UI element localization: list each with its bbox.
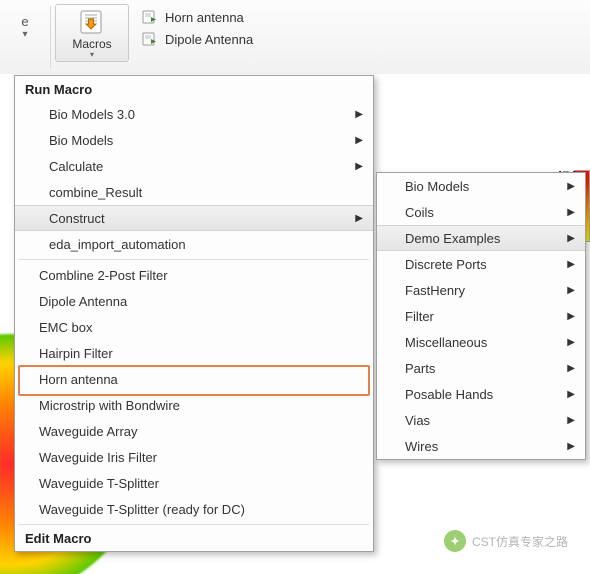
submenu-arrow-icon: ▶ (567, 233, 575, 244)
submenu-arrow-icon: ▶ (567, 441, 575, 452)
menu-item[interactable]: Microstrip with Bondwire (15, 392, 373, 418)
menu-item[interactable]: Miscellaneous ▶ (377, 329, 585, 355)
menu-item-label: Demo Examples (405, 231, 500, 246)
submenu-arrow-icon: ▶ (567, 311, 575, 322)
submenu-arrow-icon: ▶ (355, 135, 363, 146)
menu-item-label: Waveguide T-Splitter (ready for DC) (39, 502, 245, 517)
menu-item[interactable]: Waveguide T-Splitter (ready for DC) (15, 496, 373, 522)
menu-item-label: Vias (405, 413, 430, 428)
submenu-arrow-icon: ▶ (567, 363, 575, 374)
menu-item[interactable]: Dipole Antenna (15, 288, 373, 314)
submenu-arrow-icon: ▶ (567, 207, 575, 218)
ribbon-toolbar: e ▾ Macros ▾ Horn antenna Dip (0, 0, 590, 75)
menu-separator (19, 259, 369, 260)
submenu-arrow-icon: ▶ (355, 161, 363, 172)
menu-item-label: Discrete Ports (405, 257, 487, 272)
menu-item[interactable]: eda_import_automation (15, 231, 373, 257)
menu-item[interactable]: Vias ▶ (377, 407, 585, 433)
quick-item-dipole-antenna[interactable]: Dipole Antenna (135, 28, 259, 50)
menu-item-label: Combline 2-Post Filter (39, 268, 168, 283)
menu-item[interactable]: Combline 2-Post Filter (15, 262, 373, 288)
macros-dropdown-menu: Run Macro Bio Models 3.0▶Bio Models▶Calc… (14, 75, 374, 552)
menu-item[interactable]: EMC box (15, 314, 373, 340)
ribbon-prev-label: e (21, 14, 28, 29)
menu-item[interactable]: Wires ▶ (377, 433, 585, 459)
menu-item[interactable]: Bio Models ▶ (377, 173, 585, 199)
script-run-icon (141, 31, 159, 47)
menu-item[interactable]: Posable Hands ▶ (377, 381, 585, 407)
chevron-down-icon: ▾ (90, 50, 94, 59)
menu-item-label: Miscellaneous (405, 335, 487, 350)
menu-item-label: Posable Hands (405, 387, 493, 402)
submenu-arrow-icon: ▶ (567, 415, 575, 426)
submenu-arrow-icon: ▶ (567, 389, 575, 400)
menu-item-label: Wires (405, 439, 438, 454)
ribbon-separator (50, 6, 51, 68)
menu-item-label: combine_Result (49, 185, 142, 200)
submenu-arrow-icon: ▶ (355, 213, 363, 224)
quick-item-label: Horn antenna (165, 10, 244, 25)
macros-label: Macros (72, 37, 111, 51)
script-run-icon (141, 9, 159, 25)
quick-item-label: Dipole Antenna (165, 32, 253, 47)
menu-item[interactable]: Horn antenna (15, 366, 373, 392)
menu-item-label: Bio Models (405, 179, 469, 194)
watermark: ✦ CST仿真专家之路 (444, 530, 568, 552)
menu-item-label: Horn antenna (39, 372, 118, 387)
menu-item[interactable]: FastHenry ▶ (377, 277, 585, 303)
menu-item[interactable]: Coils ▶ (377, 199, 585, 225)
menu-item[interactable]: Waveguide Iris Filter (15, 444, 373, 470)
menu-item[interactable]: Bio Models 3.0 ▶ (15, 101, 373, 127)
menu-item-label: Waveguide T-Splitter (39, 476, 159, 491)
menu-item[interactable]: Discrete Ports ▶ (377, 251, 585, 277)
menu-item-label: Filter (405, 309, 434, 324)
quick-item-horn-antenna[interactable]: Horn antenna (135, 6, 259, 28)
menu-item[interactable]: Demo Examples ▶ (377, 225, 585, 251)
submenu-arrow-icon: ▶ (567, 337, 575, 348)
submenu-arrow-icon: ▶ (355, 109, 363, 120)
menu-item-label: Waveguide Iris Filter (39, 450, 157, 465)
wechat-icon: ✦ (444, 530, 466, 552)
menu-item[interactable]: Waveguide T-Splitter (15, 470, 373, 496)
menu-item-label: Construct (49, 211, 105, 226)
menu-item-label: Dipole Antenna (39, 294, 127, 309)
menu-item-label: Waveguide Array (39, 424, 138, 439)
chevron-down-icon: ▾ (22, 29, 27, 40)
menu-item-label: Coils (405, 205, 434, 220)
menu-item-label: Parts (405, 361, 435, 376)
menu-item[interactable]: Construct ▶ (15, 205, 373, 231)
menu-item-label: FastHenry (405, 283, 465, 298)
menu-item[interactable]: Waveguide Array (15, 418, 373, 444)
menu-item-label: Hairpin Filter (39, 346, 113, 361)
menu-separator (19, 524, 369, 525)
menu-item-label: Bio Models 3.0 (49, 107, 135, 122)
watermark-text: CST仿真专家之路 (472, 533, 568, 550)
menu-item-label: Bio Models (49, 133, 113, 148)
macros-icon (76, 8, 108, 36)
construct-submenu: Bio Models▶Coils▶Demo Examples▶Discrete … (376, 172, 586, 460)
menu-header-run-macro: Run Macro (15, 76, 373, 101)
submenu-arrow-icon: ▶ (567, 259, 575, 270)
menu-item[interactable]: Calculate ▶ (15, 153, 373, 179)
submenu-arrow-icon: ▶ (567, 285, 575, 296)
macros-dropdown-button[interactable]: Macros ▾ (55, 4, 129, 62)
menu-item-label: EMC box (39, 320, 92, 335)
menu-header-edit-macro: Edit Macro (15, 527, 373, 551)
menu-item[interactable]: Parts ▶ (377, 355, 585, 381)
menu-item[interactable]: Hairpin Filter (15, 340, 373, 366)
menu-item[interactable]: Filter ▶ (377, 303, 585, 329)
quick-macro-list: Horn antenna Dipole Antenna (135, 4, 259, 50)
menu-item[interactable]: combine_Result (15, 179, 373, 205)
menu-item-label: Microstrip with Bondwire (39, 398, 180, 413)
menu-item-label: eda_import_automation (49, 237, 186, 252)
ribbon-prev-group[interactable]: e ▾ (4, 4, 46, 40)
submenu-arrow-icon: ▶ (567, 181, 575, 192)
menu-item[interactable]: Bio Models ▶ (15, 127, 373, 153)
menu-item-label: Calculate (49, 159, 103, 174)
